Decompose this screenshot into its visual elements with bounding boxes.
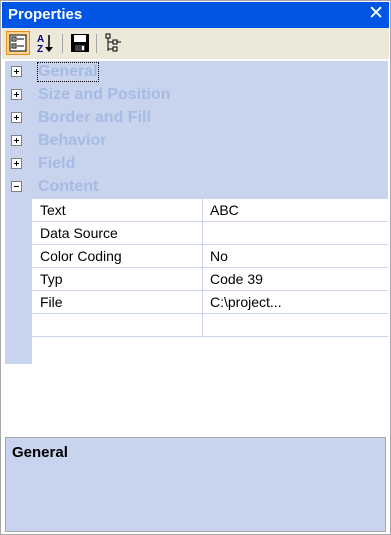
help-title: General: [12, 444, 68, 461]
category-label: Size and Position: [38, 86, 171, 103]
category-label: Content: [38, 178, 99, 195]
collapse-icon[interactable]: [11, 181, 22, 192]
property-value[interactable]: No: [210, 248, 228, 264]
property-row-empty: [32, 314, 388, 337]
property-name: Color Coding: [40, 248, 122, 264]
property-name: Typ: [40, 271, 63, 287]
property-value[interactable]: Code 39: [210, 271, 263, 287]
svg-text:Z: Z: [37, 44, 43, 55]
property-row-color-coding[interactable]: Color Coding No: [32, 245, 388, 268]
expand-icon[interactable]: [11, 66, 22, 77]
property-row-data-source[interactable]: Data Source: [32, 222, 388, 245]
category-label: Behavior: [38, 132, 107, 149]
property-row-file[interactable]: File C:\project...: [32, 291, 388, 314]
title-bar[interactable]: Properties ✕: [2, 2, 389, 28]
category-behavior[interactable]: Behavior: [5, 130, 388, 153]
toolbar-separator: [62, 34, 63, 53]
close-icon[interactable]: ✕: [368, 3, 384, 25]
category-size-and-position[interactable]: Size and Position: [5, 84, 388, 107]
category-label: General: [37, 62, 99, 82]
property-row-text[interactable]: Text ABC: [32, 199, 388, 222]
property-grid[interactable]: General Size and Position Border and Fil…: [5, 61, 388, 433]
categorized-view-button[interactable]: [6, 31, 30, 55]
category-label: Border and Fill: [38, 109, 151, 126]
window-title: Properties: [8, 6, 83, 23]
sort-alphabetical-icon: A Z: [37, 34, 53, 55]
expand-icon[interactable]: [11, 89, 22, 100]
property-value[interactable]: C:\project...: [210, 294, 282, 310]
expand-icon[interactable]: [11, 112, 22, 123]
property-row-typ[interactable]: Typ Code 39: [32, 268, 388, 291]
expand-icon[interactable]: [11, 158, 22, 169]
property-name: Data Source: [40, 225, 118, 241]
category-content[interactable]: Content: [5, 176, 388, 199]
hierarchy-button[interactable]: [102, 31, 126, 55]
category-general[interactable]: General: [5, 61, 388, 84]
category-label: Field: [38, 155, 76, 172]
property-name: File: [40, 294, 63, 310]
column-splitter[interactable]: [202, 199, 203, 337]
toolbar-separator: [96, 34, 97, 53]
save-button[interactable]: [68, 31, 92, 55]
toolbar: A Z: [2, 28, 389, 59]
save-icon: [71, 34, 89, 52]
properties-panel: Properties ✕ A Z General Size and Positi…: [0, 0, 391, 535]
grid-margin: [5, 199, 32, 364]
expand-icon[interactable]: [11, 135, 22, 146]
categorized-view-icon: [9, 34, 27, 52]
category-field[interactable]: Field: [5, 153, 388, 176]
help-pane: General: [5, 437, 386, 532]
hierarchy-icon: [105, 33, 121, 52]
property-value[interactable]: ABC: [210, 202, 239, 218]
property-name: Text: [40, 202, 66, 218]
category-border-and-fill[interactable]: Border and Fill: [5, 107, 388, 130]
sort-alphabetical-button[interactable]: A Z: [34, 31, 58, 55]
